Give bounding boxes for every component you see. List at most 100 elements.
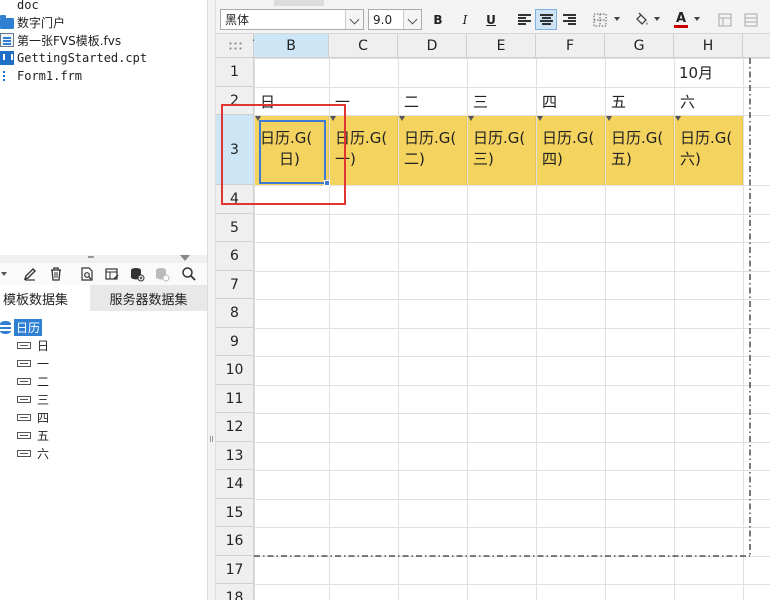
row-header-15[interactable]: 15 [216, 499, 254, 527]
left-panel: doc 数字门户 第一张FVS模板.fvs GettingStarted.cpt… [0, 0, 207, 600]
row-header-10[interactable]: 10 [216, 356, 254, 385]
search-icon[interactable] [181, 266, 197, 282]
database-add-icon[interactable] [129, 266, 145, 282]
cell-g2[interactable]: 五 [605, 87, 674, 115]
edit-icon[interactable] [22, 266, 38, 282]
row-header-14[interactable]: 14 [216, 470, 254, 499]
cell-formula-line1: 日历.G( [473, 129, 526, 147]
file-item-portal[interactable]: 数字门户 [0, 13, 65, 31]
tab-server-dataset[interactable]: 服务器数据集 [90, 285, 207, 311]
row-header-13[interactable]: 13 [216, 442, 254, 470]
file-item-doc[interactable]: doc [0, 0, 39, 14]
field-item[interactable]: 六 [17, 444, 49, 462]
row-header-8[interactable]: 8 [216, 299, 254, 328]
frm-file-icon [0, 69, 14, 83]
column-header-h[interactable]: H [674, 34, 743, 58]
field-icon [17, 431, 31, 439]
italic-button[interactable]: I [454, 9, 476, 30]
row-header-12[interactable]: 12 [216, 413, 254, 442]
file-tree: doc 数字门户 第一张FVS模板.fvs GettingStarted.cpt… [0, 0, 207, 255]
cell-h2[interactable]: 六 [674, 87, 743, 115]
file-item-fvs[interactable]: 第一张FVS模板.fvs [0, 31, 121, 49]
cell-formula-line2: 三) [473, 150, 494, 168]
collapse-arrow-icon[interactable] [180, 255, 190, 261]
cell-f3[interactable]: 日历.G(四) [537, 116, 605, 185]
dataset-toolbar [0, 263, 207, 285]
column-header-g[interactable]: G [605, 34, 674, 58]
select-all-corner[interactable]: A [216, 34, 259, 58]
cell-h1[interactable]: 10月 [674, 58, 743, 87]
chevron-down-icon[interactable] [654, 17, 660, 21]
field-item[interactable]: 五 [17, 426, 49, 444]
table-edit-icon[interactable] [104, 266, 120, 282]
cell-formula-line2: 五) [611, 150, 632, 168]
font-color-button[interactable]: A [670, 9, 692, 30]
panel-splitter[interactable] [0, 255, 207, 263]
cell-f2[interactable]: 四 [536, 87, 605, 115]
column-header-next[interactable] [743, 34, 770, 58]
field-item[interactable]: 三 [17, 390, 49, 408]
cell-e2[interactable]: 三 [467, 87, 536, 115]
align-left-button[interactable] [513, 9, 535, 30]
row-header-1[interactable]: 1 [216, 58, 254, 87]
merge-cells-button[interactable] [740, 9, 762, 30]
field-label: 六 [37, 446, 50, 461]
field-item[interactable]: 二 [17, 372, 49, 390]
database-remove-icon[interactable] [154, 266, 170, 282]
fvs-file-icon [0, 33, 14, 47]
field-item[interactable]: 一 [17, 354, 49, 372]
column-header-d[interactable]: D [398, 34, 467, 58]
tab-template-dataset[interactable]: 模板数据集 [0, 285, 90, 311]
folder-icon [0, 14, 14, 29]
table-icon [718, 13, 732, 26]
column-header-f[interactable]: F [536, 34, 605, 58]
spreadsheet-grid[interactable]: A BCDEFGH 123456789101112131415161718 10… [216, 34, 770, 600]
font-name-select[interactable]: 黑体 [220, 9, 364, 30]
cell-formula-line1: 日历.G( [680, 129, 733, 147]
dataset-root[interactable]: 日历 [0, 318, 43, 336]
row-header-9[interactable]: 9 [216, 328, 254, 356]
file-label: GettingStarted.cpt [17, 51, 148, 65]
field-item[interactable]: 日 [17, 336, 49, 354]
insert-table-button[interactable] [714, 9, 736, 30]
vertical-divider[interactable] [207, 0, 216, 600]
file-item-cpt[interactable]: GettingStarted.cpt [0, 49, 147, 67]
file-label: 第一张FVS模板.fvs [17, 33, 122, 48]
bold-button[interactable]: B [427, 9, 449, 30]
cell-d3[interactable]: 日历.G(二) [399, 116, 467, 185]
row-header-16[interactable]: 16 [216, 527, 254, 556]
row-header-17[interactable]: 17 [216, 556, 254, 584]
field-icon [17, 395, 31, 403]
column-header-b[interactable]: B [254, 34, 329, 58]
cell-g3[interactable]: 日历.G(五) [606, 116, 674, 185]
border-icon [593, 13, 607, 26]
row-header-7[interactable]: 7 [216, 271, 254, 299]
row-header-5[interactable]: 5 [216, 214, 254, 242]
grip-icon [227, 40, 242, 51]
chevron-down-icon[interactable] [694, 17, 700, 21]
file-label: 数字门户 [17, 15, 66, 30]
chevron-down-icon[interactable] [614, 17, 620, 21]
cell-e3[interactable]: 日历.G( 三) [468, 116, 536, 185]
underline-button[interactable]: U [480, 9, 502, 30]
fill-color-button[interactable] [630, 9, 652, 30]
align-right-button[interactable] [558, 9, 580, 30]
menu-caret-icon[interactable] [0, 266, 16, 282]
delete-icon[interactable] [48, 266, 64, 282]
column-header-c[interactable]: C [329, 34, 398, 58]
border-button[interactable] [589, 9, 611, 30]
cell-h3[interactable]: 日历.G(六) [675, 116, 743, 185]
cell-d2[interactable]: 二 [398, 87, 467, 115]
field-item[interactable]: 四 [17, 408, 49, 426]
cell-formula-line1: 日历.G( [542, 129, 595, 147]
font-size-select[interactable]: 9.0 [368, 9, 422, 30]
row-header-6[interactable]: 6 [216, 242, 254, 271]
align-center-button[interactable] [535, 9, 557, 30]
preview-icon[interactable] [79, 266, 95, 282]
grip-icon [210, 436, 213, 442]
column-header-e[interactable]: E [467, 34, 536, 58]
row-header-11[interactable]: 11 [216, 385, 254, 413]
file-item-frm[interactable]: Form1.frm [0, 67, 82, 85]
expand-direction-icon [675, 116, 681, 121]
row-header-18[interactable]: 18 [216, 584, 254, 600]
